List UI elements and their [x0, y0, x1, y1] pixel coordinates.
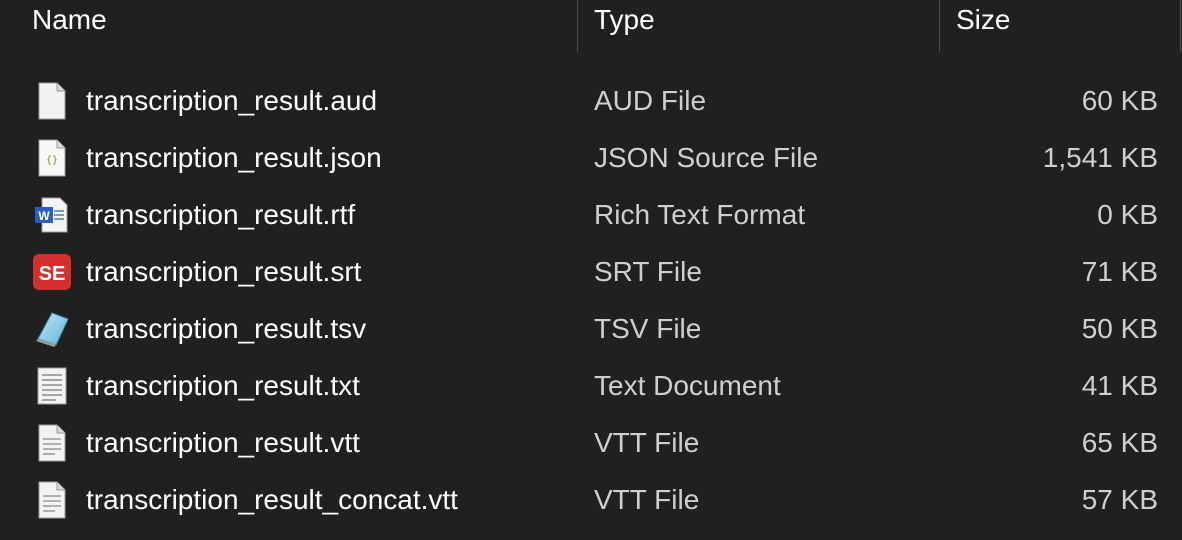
file-type: SRT File — [594, 256, 702, 287]
file-type: Rich Text Format — [594, 199, 806, 230]
file-row[interactable]: SE transcription_result.srt SRT File 71 … — [0, 244, 1182, 301]
file-row[interactable]: transcription_result.aud AUD File 60 KB — [0, 73, 1182, 130]
file-type: VTT File — [594, 484, 700, 515]
column-header-bar: Name Type Size — [0, 0, 1182, 54]
generic-text-file-icon — [32, 423, 72, 463]
json-file-icon: {} — [32, 138, 72, 178]
file-row[interactable]: {} transcription_result.json JSON Source… — [0, 130, 1182, 187]
tsv-file-icon — [32, 309, 72, 349]
file-explorer-details-view: Name Type Size transcription_result.aud … — [0, 0, 1182, 540]
file-type: VTT File — [594, 427, 700, 458]
file-name[interactable]: transcription_result.vtt — [86, 425, 360, 461]
file-row[interactable]: W transcription_result.rtf Rich Text For… — [0, 187, 1182, 244]
file-name[interactable]: transcription_result.aud — [86, 83, 377, 119]
word-document-icon: W — [32, 195, 72, 235]
column-header-name[interactable]: Name — [32, 0, 572, 54]
text-document-icon — [32, 366, 72, 406]
file-list: transcription_result.aud AUD File 60 KB … — [0, 73, 1182, 529]
file-size: 1,541 KB — [1042, 142, 1158, 173]
file-name[interactable]: transcription_result.tsv — [86, 311, 366, 347]
file-size: 41 KB — [1081, 370, 1158, 401]
file-name[interactable]: transcription_result.txt — [86, 368, 360, 404]
column-separator[interactable] — [577, 0, 578, 52]
file-name[interactable]: transcription_result_concat.vtt — [86, 482, 458, 518]
subtitle-edit-icon: SE — [32, 252, 72, 292]
svg-text:{}: {} — [46, 155, 58, 166]
svg-text:W: W — [38, 209, 50, 223]
column-separator[interactable] — [1180, 0, 1181, 52]
file-name[interactable]: transcription_result.rtf — [86, 197, 355, 233]
file-type: AUD File — [594, 85, 707, 116]
svg-text:SE: SE — [39, 263, 66, 285]
generic-file-icon — [32, 81, 72, 121]
file-size: 57 KB — [1081, 484, 1158, 515]
file-type: Text Document — [594, 370, 781, 401]
column-separator[interactable] — [939, 0, 940, 52]
file-size: 71 KB — [1081, 256, 1158, 287]
file-row[interactable]: transcription_result_concat.vtt VTT File… — [0, 472, 1182, 529]
generic-text-file-icon — [32, 480, 72, 520]
column-header-type[interactable]: Type — [594, 0, 924, 54]
file-size: 60 KB — [1081, 85, 1158, 116]
file-row[interactable]: transcription_result.txt Text Document 4… — [0, 358, 1182, 415]
file-row[interactable]: transcription_result.vtt VTT File 65 KB — [0, 415, 1182, 472]
file-name[interactable]: transcription_result.srt — [86, 254, 361, 290]
file-type: TSV File — [594, 313, 702, 344]
column-header-size[interactable]: Size — [956, 0, 1166, 54]
file-type: JSON Source File — [594, 142, 819, 173]
file-size: 65 KB — [1081, 427, 1158, 458]
file-size: 50 KB — [1081, 313, 1158, 344]
file-row[interactable]: transcription_result.tsv TSV File 50 KB — [0, 301, 1182, 358]
file-size: 0 KB — [1097, 199, 1158, 230]
file-name[interactable]: transcription_result.json — [86, 140, 382, 176]
